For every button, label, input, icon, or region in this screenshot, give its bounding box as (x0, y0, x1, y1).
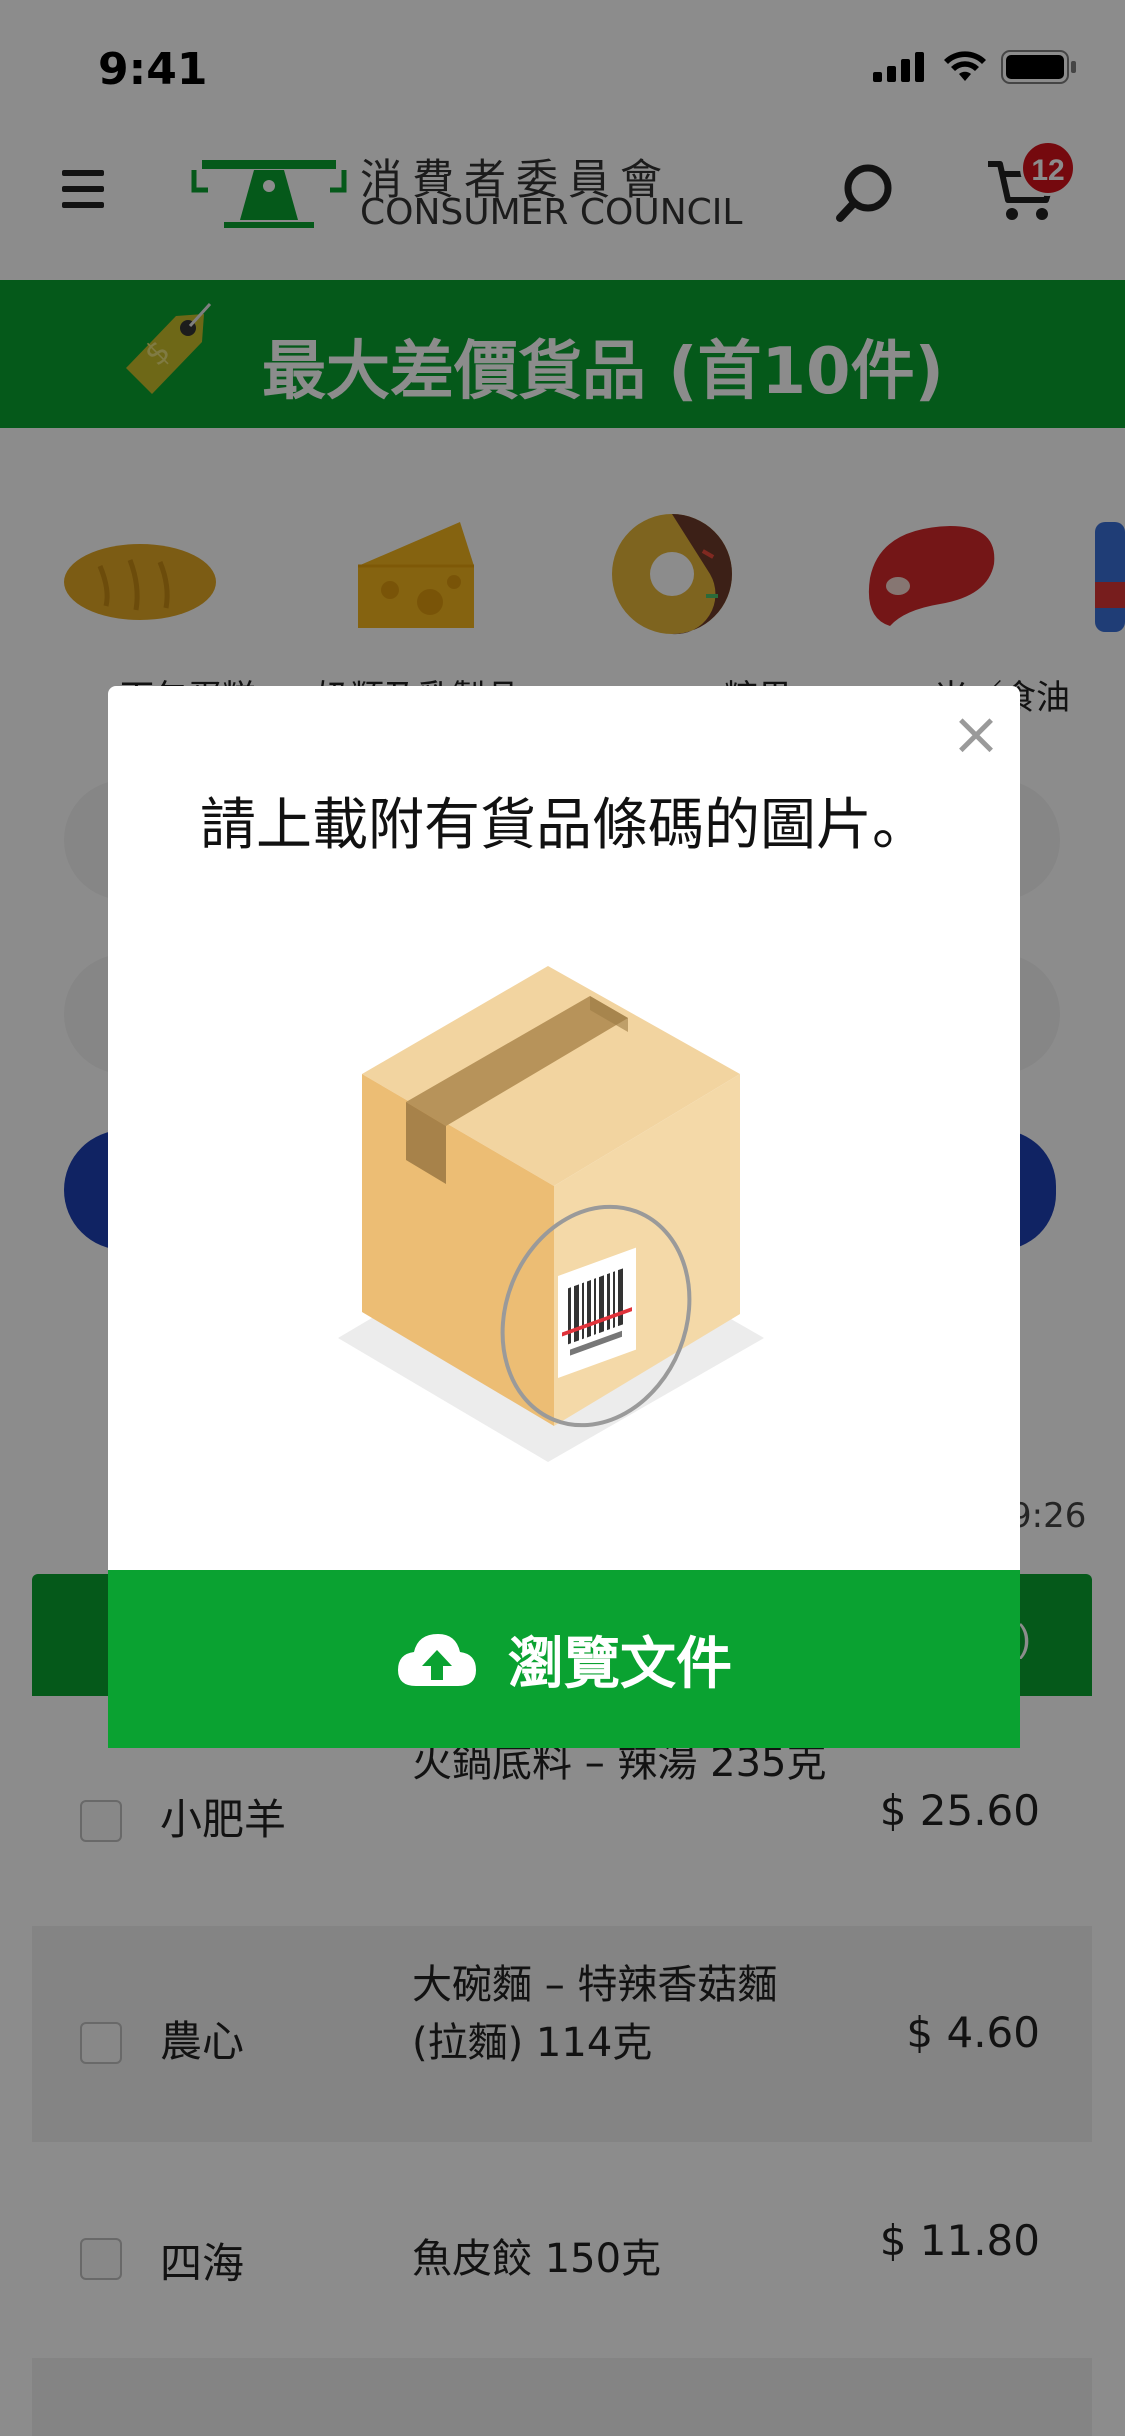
barcode-box-illustration (338, 966, 764, 1462)
cloud-upload-icon (398, 1634, 476, 1686)
browse-files-button[interactable]: 瀏覽文件 (108, 1570, 1020, 1748)
dialog-title: 請上載附有貨品條碼的圖片。 (200, 793, 928, 858)
close-icon[interactable]: × (950, 704, 1002, 764)
browse-files-label: 瀏覽文件 (508, 1631, 732, 1697)
